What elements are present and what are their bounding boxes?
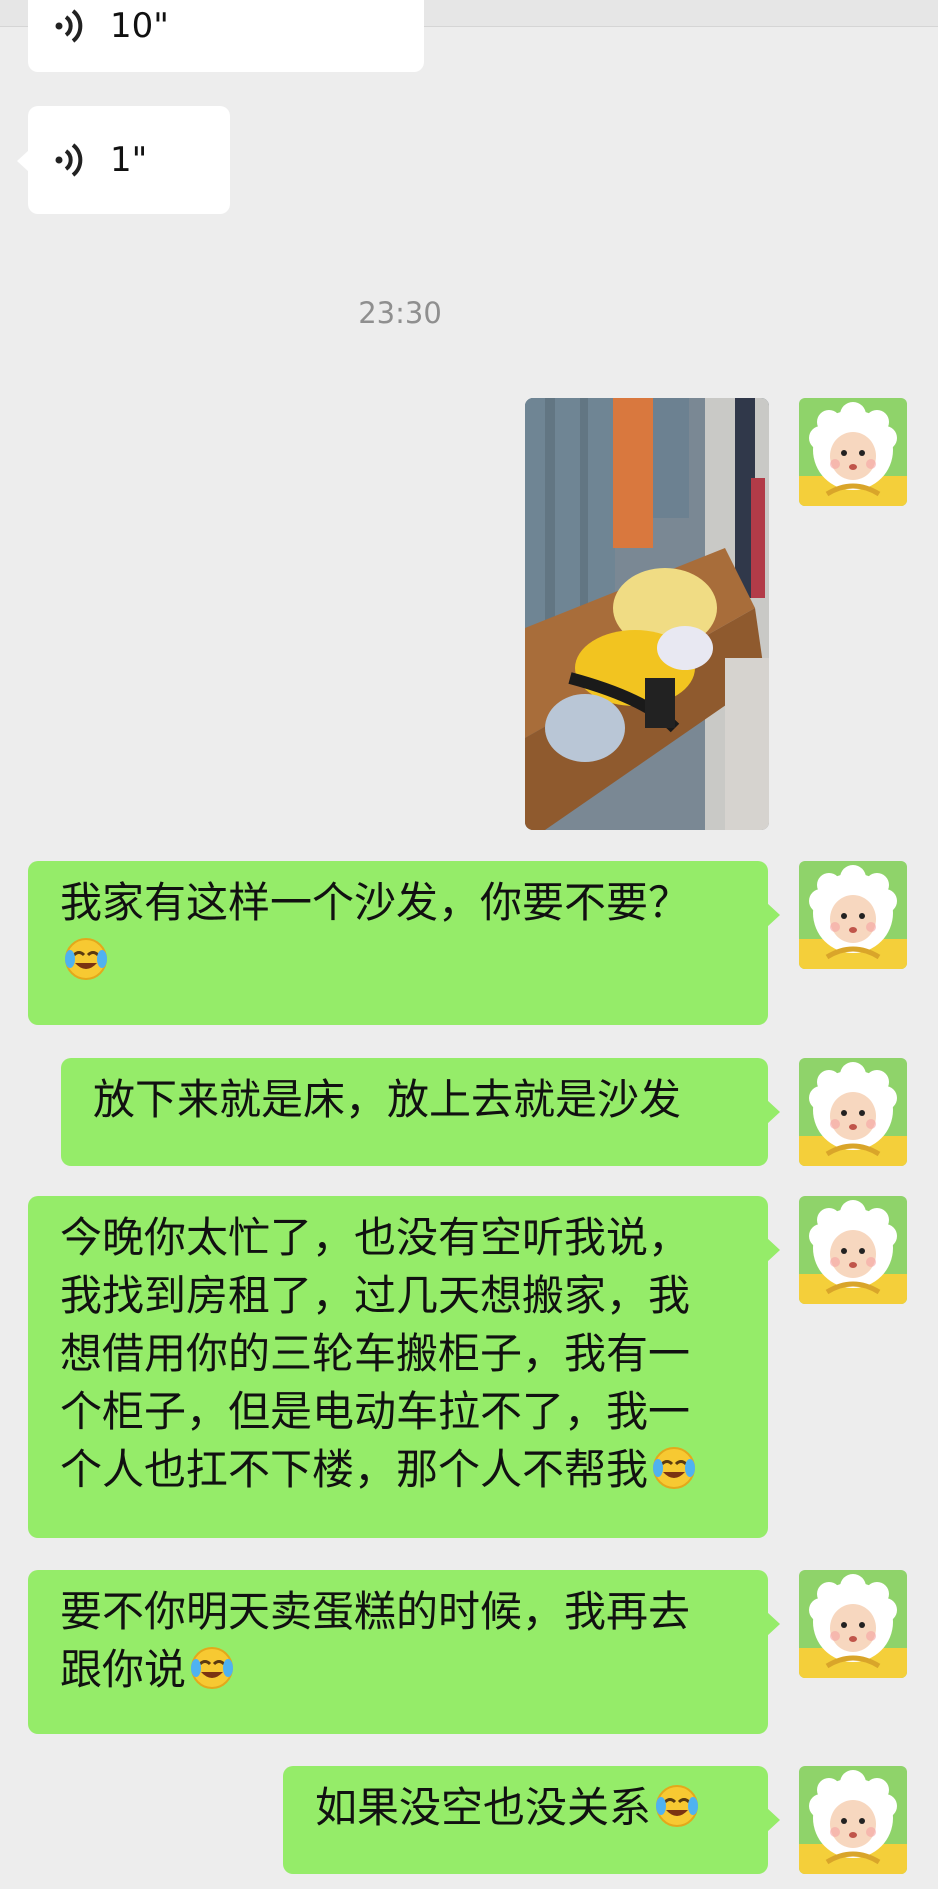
- message-bubble[interactable]: 放下来就是床，放上去就是沙发: [61, 1058, 780, 1166]
- face-with-tears-of-joy-icon: [62, 935, 110, 983]
- avatar[interactable]: [799, 861, 907, 969]
- avatar[interactable]: [799, 1196, 907, 1304]
- message-bubble[interactable]: 我家有这样一个沙发，你要不要？: [28, 861, 780, 1025]
- face-with-tears-of-joy-icon: [653, 1782, 701, 1830]
- face-with-tears-of-joy-icon: [650, 1444, 698, 1492]
- message-text: 如果没空也没关系: [315, 1783, 652, 1832]
- message-bubble[interactable]: 今晚你太忙了，也没有空听我说， 我找到房租了，过几天想搬家，我 想借用你的三轮车…: [28, 1196, 780, 1538]
- avatar[interactable]: [799, 1058, 907, 1166]
- message-text: 我找到房租了，过几天想搬家，我: [60, 1271, 691, 1320]
- image-message[interactable]: [525, 398, 769, 830]
- voice-wave-icon: [55, 9, 83, 43]
- voice-duration: 1": [110, 140, 148, 180]
- message-text: 跟你说: [60, 1645, 187, 1694]
- voice-message[interactable]: 10": [28, 0, 424, 72]
- sheep-avatar-icon: [799, 1570, 907, 1678]
- message-text: 今晚你太忙了，也没有空听我说，: [60, 1213, 691, 1262]
- voice-message[interactable]: 1": [17, 106, 230, 214]
- sheep-avatar-icon: [799, 1058, 907, 1166]
- message-text: 个人也扛不下楼，那个人不帮我: [60, 1445, 649, 1494]
- chat-timestamp: 23:30: [358, 296, 442, 330]
- voice-wave-icon: [55, 143, 83, 177]
- photo-thumbnail: [525, 398, 769, 830]
- message-text: 我家有这样一个沙发，你要不要？: [60, 878, 691, 927]
- face-with-tears-of-joy-icon: [188, 1644, 236, 1692]
- sheep-avatar-icon: [799, 861, 907, 969]
- avatar[interactable]: [799, 398, 907, 506]
- message-text: 放下来就是床，放上去就是沙发: [93, 1075, 682, 1124]
- avatar[interactable]: [799, 1766, 907, 1874]
- message-bubble[interactable]: 如果没空也没关系: [283, 1766, 780, 1874]
- sheep-avatar-icon: [799, 1766, 907, 1874]
- sheep-avatar-icon: [799, 398, 907, 506]
- avatar[interactable]: [799, 1570, 907, 1678]
- message-text: 想借用你的三轮车搬柜子，我有一: [60, 1329, 691, 1378]
- sheep-avatar-icon: [799, 1196, 907, 1304]
- voice-duration: 10": [110, 6, 169, 46]
- message-bubble[interactable]: 要不你明天卖蛋糕的时候，我再去 跟你说: [28, 1570, 780, 1734]
- message-text: 要不你明天卖蛋糕的时候，我再去: [60, 1587, 691, 1636]
- message-text: 个柜子，但是电动车拉不了，我一: [60, 1387, 691, 1436]
